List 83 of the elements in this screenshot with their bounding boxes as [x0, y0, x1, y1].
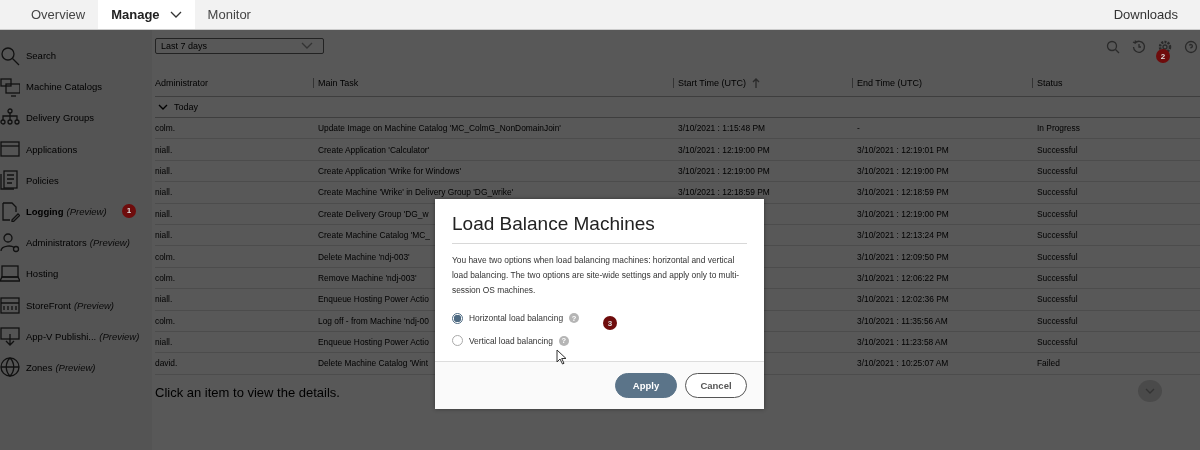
sidebar-item[interactable]: Policies [0, 164, 152, 196]
table-cell: 3/10/2021 : 12:18:59 PM [678, 187, 770, 198]
table-cell: 3/10/2021 : 11:23:58 AM [857, 337, 948, 348]
table-cell: Successful [1037, 337, 1078, 348]
table-cell: 3/10/2021 : 12:19:00 PM [857, 165, 949, 176]
sidebar-item[interactable]: Delivery Groups [0, 102, 152, 134]
table-cell: Successful [1037, 208, 1078, 219]
sidebar-item[interactable]: StoreFront (Preview) [0, 289, 152, 321]
downloads-link[interactable]: Downloads [1113, 0, 1200, 29]
table-cell: - [857, 123, 860, 134]
column-header[interactable]: End Time (UTC) [852, 78, 1037, 88]
table-cell: colm. [155, 251, 175, 262]
table-cell: Successful [1037, 272, 1078, 283]
table-cell: 3/10/2021 : 12:19:00 PM [678, 144, 770, 155]
column-header[interactable]: Status [1032, 78, 1200, 88]
table-cell: 3/10/2021 : 12:06:22 PM [857, 272, 949, 283]
table-cell: In Progress [1037, 123, 1080, 134]
table-cell: 3/10/2021 : 12:19:00 PM [678, 165, 770, 176]
option-label: Vertical load balancing [469, 335, 553, 346]
step-badge: 1 [122, 203, 136, 218]
table-cell: Successful [1037, 315, 1078, 326]
table-cell: Successful [1037, 165, 1078, 176]
table-cell: Log off - from Machine 'ndj-00 [318, 315, 429, 326]
table-cell: Create Application 'Calculator' [318, 144, 430, 155]
nav-tab[interactable]: Overview [18, 0, 99, 29]
table-cell: Remove Machine 'ndj-003' [318, 272, 417, 283]
table-cell: Enqueue Hosting Power Actio [318, 337, 429, 348]
dialog-title: Load Balance Machines [452, 199, 747, 244]
table-cell: Successful [1037, 230, 1078, 241]
table-cell: Update Image on Machine Catalog 'MC_ColmG_NonDomainJoin' [318, 123, 561, 134]
table-cell: Successful [1037, 144, 1078, 155]
column-header[interactable]: Main Task [313, 78, 678, 88]
sidebar-item[interactable]: Hosting [0, 258, 152, 290]
table-cell: Create Delivery Group 'DG_w [318, 208, 429, 219]
group-label: Today [174, 102, 199, 112]
table-cell: niall. [155, 208, 173, 219]
dialog-text: You have two options when load balancing machines: horizontal and vertical load balancing. The two options are site-wide settings and apply only to multi-session OS machines. [452, 254, 741, 297]
table-cell: 3/10/2021 : 12:19:01 PM [857, 144, 949, 155]
table-cell: 3/10/2021 : 12:02:36 PM [857, 294, 949, 305]
sidebar-item[interactable]: Zones (Preview) [0, 351, 152, 384]
table-cell: Create Machine Catalog 'MC_ [318, 230, 430, 241]
table-cell: niall. [155, 337, 173, 348]
sidebar-item[interactable]: Administrators (Preview) [0, 227, 152, 259]
table-cell: 3/10/2021 : 11:35:56 AM [857, 315, 948, 326]
table-cell: niall. [155, 165, 173, 176]
nav-tab[interactable]: Manage [98, 0, 195, 29]
table-cell: 3/10/2021 : 12:13:24 PM [857, 230, 949, 241]
table-cell: niall. [155, 187, 173, 198]
table-cell: colm. [155, 315, 175, 326]
table-cell: 3/10/2021 : 12:19:00 PM [857, 208, 949, 219]
apply-button[interactable]: Apply [615, 373, 677, 398]
table-cell: niall. [155, 294, 173, 305]
table-cell: Delete Machine Catalog 'Wint [318, 358, 429, 369]
table-cell: Enqueue Hosting Power Actio [318, 294, 429, 305]
table-cell: Create Application 'Wrike for Windows' [318, 165, 462, 176]
table-cell: 3/10/2021 : 10:25:07 AM [857, 358, 949, 369]
sidebar-item[interactable]: Applications [0, 133, 152, 165]
nav-tab[interactable]: Monitor [194, 0, 264, 29]
step-badge: 2 [1156, 49, 1170, 63]
table-cell: Successful [1037, 294, 1078, 305]
table-cell: 3/10/2021 : 12:09:50 PM [857, 251, 949, 262]
table-cell: niall. [155, 230, 173, 241]
table-cell: colm. [155, 272, 175, 283]
column-header[interactable]: Start Time (UTC) [673, 78, 857, 88]
table-cell: Successful [1037, 251, 1078, 262]
sidebar-item[interactable]: App-V Publishi... (Preview) [0, 320, 152, 352]
sidebar-item[interactable]: Logging (Preview) 1 [0, 195, 152, 228]
table-cell: Successful [1037, 187, 1078, 198]
table-cell: Delete Machine 'ndj-003' [318, 251, 410, 262]
cancel-button[interactable]: Cancel [685, 373, 747, 398]
table-cell: 3/10/2021 : 1:15:48 PM [678, 123, 766, 134]
table-cell: Create Machine 'Wrike' in Delivery Group 'DG_wrike' [318, 187, 514, 198]
step-badge: 3 [603, 316, 618, 330]
details-hint: Click an item to view the details. [155, 384, 340, 400]
table-cell: 3/10/2021 : 12:18:59 PM [857, 187, 949, 198]
date-filter-dropdown[interactable]: Last 7 days [155, 38, 324, 54]
sidebar-item[interactable]: Search [0, 40, 152, 72]
table-cell: colm. [155, 123, 175, 134]
table-cell: david. [155, 358, 178, 369]
table-cell: niall. [155, 144, 173, 155]
table-cell: Failed [1037, 358, 1060, 369]
sidebar-item[interactable]: Machine Catalogs [0, 71, 152, 103]
option-label: Horizontal load balancing [469, 313, 564, 323]
